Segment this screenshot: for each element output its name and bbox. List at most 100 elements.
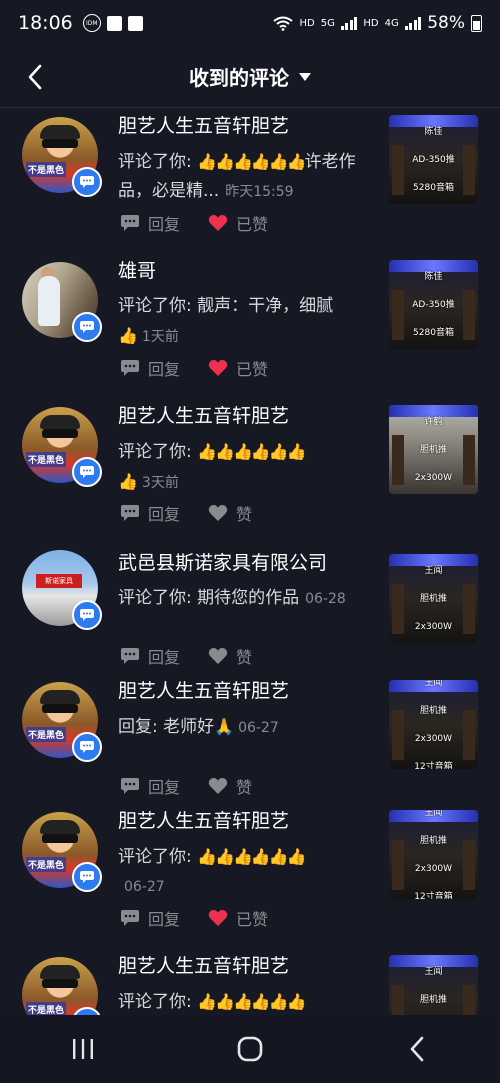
comment-emoji: 🙏	[214, 717, 234, 736]
heart-icon	[208, 910, 228, 926]
avatar-wrap[interactable]: 不是黑色	[22, 957, 102, 1015]
commenter-name[interactable]: 胆艺人生五音轩胆艺	[118, 808, 380, 834]
comment-item[interactable]: 不是黑色 胆艺人生五音轩胆艺回复: 老师好🙏 06-27 回复 赞 王闻 胆机推 2x300W…	[0, 674, 500, 804]
thumb-text: 陈佳	[424, 126, 443, 137]
commenter-name[interactable]: 胆艺人生五音轩胆艺	[118, 953, 380, 979]
caret-down-icon	[299, 72, 311, 81]
comment-actions: 回复 已赞	[120, 906, 268, 930]
recents-button[interactable]	[53, 1029, 113, 1069]
comment-badge-icon	[72, 732, 102, 762]
thumb-text: AD-350推	[412, 299, 455, 310]
video-thumbnail[interactable]: 精彩力王闻胆机推2x300W12寸音箱	[389, 554, 478, 643]
video-thumbnail[interactable]: 南京街头许鹤胆机推2x300W12寸音箱	[389, 405, 478, 494]
comment-body[interactable]: 评论了你: 👍👍👍👍👍👍	[118, 987, 380, 1015]
page-header: 收到的评论	[0, 46, 500, 108]
like-button[interactable]: 已赞	[208, 211, 268, 235]
comment-badge-icon	[72, 167, 102, 197]
commenter-name[interactable]: 胆艺人生五音轩胆艺	[118, 678, 380, 704]
comment-list[interactable]: 不是黑色 胆艺人生五音轩胆艺 评论了你: 👍👍👍👍👍👍许老作品，必是精... 昨天15…	[0, 109, 500, 1015]
commenter-name[interactable]: 胆艺人生五音轩胆艺	[118, 113, 380, 139]
thumb-text: 陈佳	[424, 271, 443, 282]
video-thumbnail[interactable]: 爱情哪里来陈佳AD-350推5280音箱戴耳机聆听	[389, 115, 478, 204]
comment-body[interactable]: 评论了你: 👍👍👍👍👍👍 👍 3天前	[118, 437, 380, 498]
avatar-wrap[interactable]: 不是黑色	[22, 117, 102, 197]
thumbs-up-emoji: 👍👍👍👍👍👍	[197, 847, 307, 866]
comment-item[interactable]: 不是黑色 胆艺人生五音轩胆艺评论了你: 👍👍👍👍👍👍 06-27 回复 已赞 王闻 胆机推 2…	[0, 804, 500, 949]
comment-body[interactable]: 评论了你: 👍👍👍👍👍👍许老作品，必是精... 昨天15:59	[118, 147, 380, 207]
like-label: 已赞	[236, 215, 269, 234]
comment-content: 武邑县斯诺家具有限公司评论了你: 期待您的作品 06-28	[118, 550, 380, 614]
video-thumbnail[interactable]: 春暖花开王闻胆机推2x300W12寸音箱	[389, 955, 478, 1015]
like-label: 赞	[236, 505, 253, 524]
commenter-name[interactable]: 雄哥	[118, 258, 380, 284]
like-button[interactable]: 已赞	[208, 356, 268, 380]
commenter-name[interactable]: 胆艺人生五音轩胆艺	[118, 403, 380, 429]
comment-body[interactable]: 评论了你: 👍👍👍👍👍👍 06-27	[118, 842, 380, 902]
check-box-icon	[127, 15, 143, 31]
comment-content: 胆艺人生五音轩胆艺评论了你: 👍👍👍👍👍👍 06-27	[118, 808, 380, 902]
like-button[interactable]: 赞	[208, 774, 252, 798]
heart-icon	[208, 778, 228, 794]
comment-body[interactable]: 评论了你: 期待您的作品 06-28	[118, 584, 380, 614]
reply-button[interactable]: 回复	[120, 356, 180, 380]
comment-time: 3天前	[141, 475, 179, 491]
wifi-icon	[273, 16, 294, 31]
like-button[interactable]: 赞	[208, 644, 252, 668]
home-icon	[237, 1036, 263, 1062]
reply-label: 回复	[148, 778, 181, 797]
video-thumbnail[interactable]: 爱情哪里来陈佳AD-350推5280音箱戴耳机聆听	[389, 260, 478, 349]
comment-item[interactable]: 斯诺家具武邑县斯诺家具有限公司评论了你: 期待您的作品06-28 回复 赞 精彩力王闻…	[0, 544, 500, 674]
comment-prefix: 评论了你:	[118, 442, 198, 462]
comment-time: 06-27	[238, 720, 279, 736]
avatar-wrap[interactable]	[22, 262, 102, 342]
nav-back-button[interactable]	[387, 1029, 447, 1069]
thumb-text: 5280音箱	[413, 327, 454, 338]
thumb-text: 胆机推	[419, 835, 447, 846]
comment-content: 胆艺人生五音轩胆艺 评论了你: 👍👍👍👍👍👍	[118, 953, 380, 1015]
reply-button[interactable]: 回复	[120, 644, 180, 668]
heart-icon	[208, 215, 228, 231]
speaker-right	[463, 290, 475, 340]
video-thumbnail[interactable]: 王闻 胆机推 2x300W 12寸音箱	[389, 680, 478, 769]
avatar-wrap[interactable]: 不是黑色	[22, 407, 102, 487]
reply-label: 回复	[148, 910, 181, 929]
comment-item[interactable]: 不是黑色胆艺人生五音轩胆艺评论了你: 👍👍👍👍👍👍👍3天前回复赞南京街头许鹤胆机…	[0, 399, 500, 544]
comment-item[interactable]: 不是黑色 胆艺人生五音轩胆艺评论了你: 👍👍👍👍👍👍许老作品，必是精... 昨天15…	[0, 109, 500, 254]
thumb-text: AD-350推	[412, 154, 455, 165]
reply-button[interactable]: 回复	[120, 774, 180, 798]
comment-item[interactable]: 雄哥评论了你: 靓声：干净，细腻👍1天前回复已赞爱情哪里来陈佳AD-350推52…	[0, 254, 500, 399]
like-button[interactable]: 赞	[208, 501, 252, 525]
comment-prefix: 评论了你:	[118, 152, 198, 172]
reply-button[interactable]: 回复	[120, 211, 180, 235]
reply-label: 回复	[148, 215, 181, 234]
avatar-wrap[interactable]: 斯诺家具	[22, 550, 102, 630]
reply-button[interactable]: 回复	[120, 906, 180, 930]
like-button[interactable]: 已赞	[208, 906, 268, 930]
thumbs-up-emoji: 👍👍👍👍👍👍	[197, 442, 307, 461]
photo-icon	[106, 15, 122, 31]
comment-content: 胆艺人生五音轩胆艺回复: 老师好🙏 06-27	[118, 678, 380, 743]
comment-item[interactable]: 不是黑色胆艺人生五音轩胆艺评论了你: 👍👍👍👍👍👍春暖花开王闻胆机推2x300W…	[0, 949, 500, 1015]
battery-icon	[471, 14, 482, 32]
comment-content: 雄哥评论了你: 靓声：干净，细腻 👍 1天前	[118, 258, 380, 352]
speaker-right	[463, 584, 475, 634]
reply-label: 回复	[148, 648, 181, 667]
heart-icon	[208, 505, 228, 521]
reply-label: 回复	[148, 360, 181, 379]
like-label: 赞	[236, 778, 253, 797]
speaker-left	[392, 710, 404, 760]
reply-button[interactable]: 回复	[120, 501, 180, 525]
comment-body[interactable]: 评论了你: 靓声：干净，细腻 👍 1天前	[118, 292, 380, 352]
thumb-text: 12寸音箱	[414, 761, 453, 770]
commenter-name[interactable]: 武邑县斯诺家具有限公司	[118, 550, 380, 576]
home-button[interactable]	[220, 1029, 280, 1069]
avatar-wrap[interactable]: 不是黑色	[22, 812, 102, 892]
back-button[interactable]	[18, 60, 52, 94]
avatar-wrap[interactable]: 不是黑色	[22, 682, 102, 762]
comment-body[interactable]: 回复: 老师好🙏 06-27	[118, 712, 380, 743]
comment-actions: 回复 赞	[120, 774, 252, 798]
speaker-right	[463, 840, 475, 890]
video-thumbnail[interactable]: 王闻 胆机推 2x300W 12寸音箱	[389, 810, 478, 899]
heart-icon	[208, 648, 228, 664]
title-dropdown[interactable]: 收到的评论	[189, 62, 311, 91]
